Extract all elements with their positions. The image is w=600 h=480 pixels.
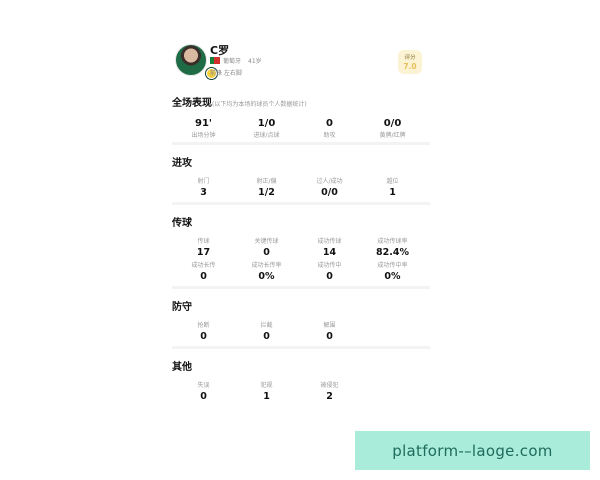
stat-label: 助攻 bbox=[323, 132, 336, 139]
stat-value: 0 bbox=[263, 331, 270, 342]
stat-value: 0 bbox=[326, 331, 333, 342]
passing-stats-row1: 传球 17 关键传球 0 成功传球 14 成功传球率 82.4% bbox=[172, 237, 430, 260]
player-role: 前锋 左右脚 bbox=[210, 70, 242, 77]
rating-badge: 评分 7.0 bbox=[398, 50, 422, 74]
stat-label: 成功传中率 bbox=[377, 262, 408, 269]
stat-value: 0 bbox=[200, 391, 207, 402]
stat-label: 射门 bbox=[197, 178, 210, 185]
section-passing: 传球 传球 17 关键传球 0 成功传球 14 成功传球率 82.4% 成功长传… bbox=[172, 214, 430, 289]
defense-stats: 抢断 0 拦截 0 解围 0 bbox=[172, 321, 430, 344]
stat-label: 犯规 bbox=[260, 382, 273, 389]
watermark-banner: platform-–laoge.com bbox=[355, 431, 590, 470]
stat-assists: 0 助攻 bbox=[298, 117, 361, 140]
stat-tackles: 抢断 0 bbox=[172, 321, 235, 344]
stat-label: 成功长传率 bbox=[251, 262, 282, 269]
rating-label: 评分 bbox=[404, 55, 416, 61]
divider bbox=[172, 202, 430, 205]
overall-title: 全场表现 bbox=[172, 98, 212, 109]
stat-value: 0% bbox=[384, 271, 401, 282]
stat-key-passes: 关键传球 0 bbox=[235, 237, 298, 260]
stat-dribbles: 过人/成功 0/0 bbox=[298, 177, 361, 200]
stat-long-ball-accuracy: 成功长传率 0% bbox=[235, 261, 298, 284]
portugal-flag-icon bbox=[210, 57, 220, 64]
stat-value: 0% bbox=[258, 271, 275, 282]
stat-label: 成功长传 bbox=[191, 262, 216, 269]
stat-label: 成功传中 bbox=[317, 262, 342, 269]
stat-value: 0 bbox=[326, 118, 333, 129]
stat-clearances: 解围 0 bbox=[298, 321, 361, 344]
other-stats: 失误 0 犯规 1 被侵犯 2 bbox=[172, 381, 430, 404]
stat-label: 被侵犯 bbox=[320, 382, 339, 389]
stat-value: 1/2 bbox=[258, 187, 275, 198]
stat-value: 1 bbox=[389, 187, 396, 198]
section-overall: 全场表现(以下均为本场的球员个人数据统计) 91' 出场分钟 1/0 进球/点球… bbox=[172, 94, 430, 145]
stat-label: 黄牌/红牌 bbox=[379, 132, 406, 139]
player-header: C罗 葡萄牙 41岁 前锋 左右脚 评分 7.0 bbox=[172, 40, 430, 82]
passing-stats-row2: 成功长传 0 成功长传率 0% 成功传中 0 成功传中率 0% bbox=[172, 261, 430, 284]
section-attack: 进攻 射门 3 射正/偏 1/2 过人/成功 0/0 越位 1 bbox=[172, 154, 430, 205]
stat-label: 进球/点球 bbox=[253, 132, 280, 139]
stat-label: 关键传球 bbox=[254, 238, 279, 245]
stat-offsides: 越位 1 bbox=[361, 177, 424, 200]
stat-value: 2 bbox=[326, 391, 333, 402]
section-other: 其他 失误 0 犯规 1 被侵犯 2 bbox=[172, 358, 430, 404]
stat-label: 射正/偏 bbox=[256, 178, 277, 185]
stat-interceptions: 拦截 0 bbox=[235, 321, 298, 344]
player-avatar[interactable] bbox=[175, 44, 207, 76]
section-defense: 防守 抢断 0 拦截 0 解围 0 bbox=[172, 298, 430, 349]
stat-value: 1 bbox=[263, 391, 270, 402]
stat-label: 传球 bbox=[197, 238, 210, 245]
stat-minutes: 91' 出场分钟 bbox=[172, 117, 235, 140]
stat-goals: 1/0 进球/点球 bbox=[235, 117, 298, 140]
player-age: 41岁 bbox=[248, 58, 262, 65]
stat-label: 成功传球率 bbox=[377, 238, 408, 245]
stat-value: 17 bbox=[196, 247, 211, 258]
stat-label: 出场分钟 bbox=[191, 132, 216, 139]
stat-long-balls: 成功长传 0 bbox=[172, 261, 235, 284]
stat-value: 0 bbox=[200, 271, 207, 282]
stat-label: 成功传球 bbox=[317, 238, 342, 245]
stat-value: 0 bbox=[326, 271, 333, 282]
overall-note: (以下均为本场的球员个人数据统计) bbox=[212, 101, 307, 108]
stat-label: 失误 bbox=[197, 382, 210, 389]
stat-value: 0 bbox=[263, 247, 270, 258]
divider bbox=[172, 286, 430, 289]
stat-value: 0/0 bbox=[321, 187, 338, 198]
stat-value: 82.4% bbox=[376, 247, 409, 258]
stat-successful-passes: 成功传球 14 bbox=[298, 237, 361, 260]
section-title-overall: 全场表现(以下均为本场的球员个人数据统计) bbox=[172, 94, 430, 109]
stat-value: 3 bbox=[200, 187, 207, 198]
stat-label: 拦截 bbox=[260, 322, 273, 329]
stat-label: 抢断 bbox=[197, 322, 210, 329]
stat-fouls: 犯规 1 bbox=[235, 381, 298, 404]
stat-fouled: 被侵犯 2 bbox=[298, 381, 361, 404]
stat-shots-on-off: 射正/偏 1/2 bbox=[235, 177, 298, 200]
stat-value: 1/0 bbox=[257, 118, 276, 129]
stat-shots: 射门 3 bbox=[172, 177, 235, 200]
stat-pass-accuracy: 成功传球率 82.4% bbox=[361, 237, 424, 260]
divider bbox=[172, 142, 430, 145]
stat-cards: 0/0 黄牌/红牌 bbox=[361, 117, 424, 140]
stat-crosses: 成功传中 0 bbox=[298, 261, 361, 284]
stat-value: 14 bbox=[322, 247, 337, 258]
stat-errors: 失误 0 bbox=[172, 381, 235, 404]
player-country: 葡萄牙 bbox=[223, 58, 242, 65]
stat-value: 0 bbox=[200, 331, 207, 342]
stat-label: 解围 bbox=[323, 322, 336, 329]
section-title-defense: 防守 bbox=[172, 302, 192, 313]
stat-cross-accuracy: 成功传中率 0% bbox=[361, 261, 424, 284]
section-title-other: 其他 bbox=[172, 362, 192, 373]
stat-label: 过人/成功 bbox=[316, 178, 343, 185]
section-title-attack: 进攻 bbox=[172, 158, 192, 169]
rating-value: 7.0 bbox=[403, 62, 417, 71]
stat-label: 越位 bbox=[386, 178, 399, 185]
overall-stats: 91' 出场分钟 1/0 进球/点球 0 助攻 0/0 黄牌/红牌 bbox=[172, 117, 430, 140]
stat-value: 91' bbox=[195, 118, 212, 129]
divider bbox=[172, 346, 430, 349]
player-stats-card: C罗 葡萄牙 41岁 前锋 左右脚 评分 7.0 全场表现(以下均为本场的球员个… bbox=[172, 40, 430, 404]
stat-passes: 传球 17 bbox=[172, 237, 235, 260]
section-title-passing: 传球 bbox=[172, 218, 192, 229]
attack-stats: 射门 3 射正/偏 1/2 过人/成功 0/0 越位 1 bbox=[172, 177, 430, 200]
stat-value: 0/0 bbox=[383, 118, 402, 129]
